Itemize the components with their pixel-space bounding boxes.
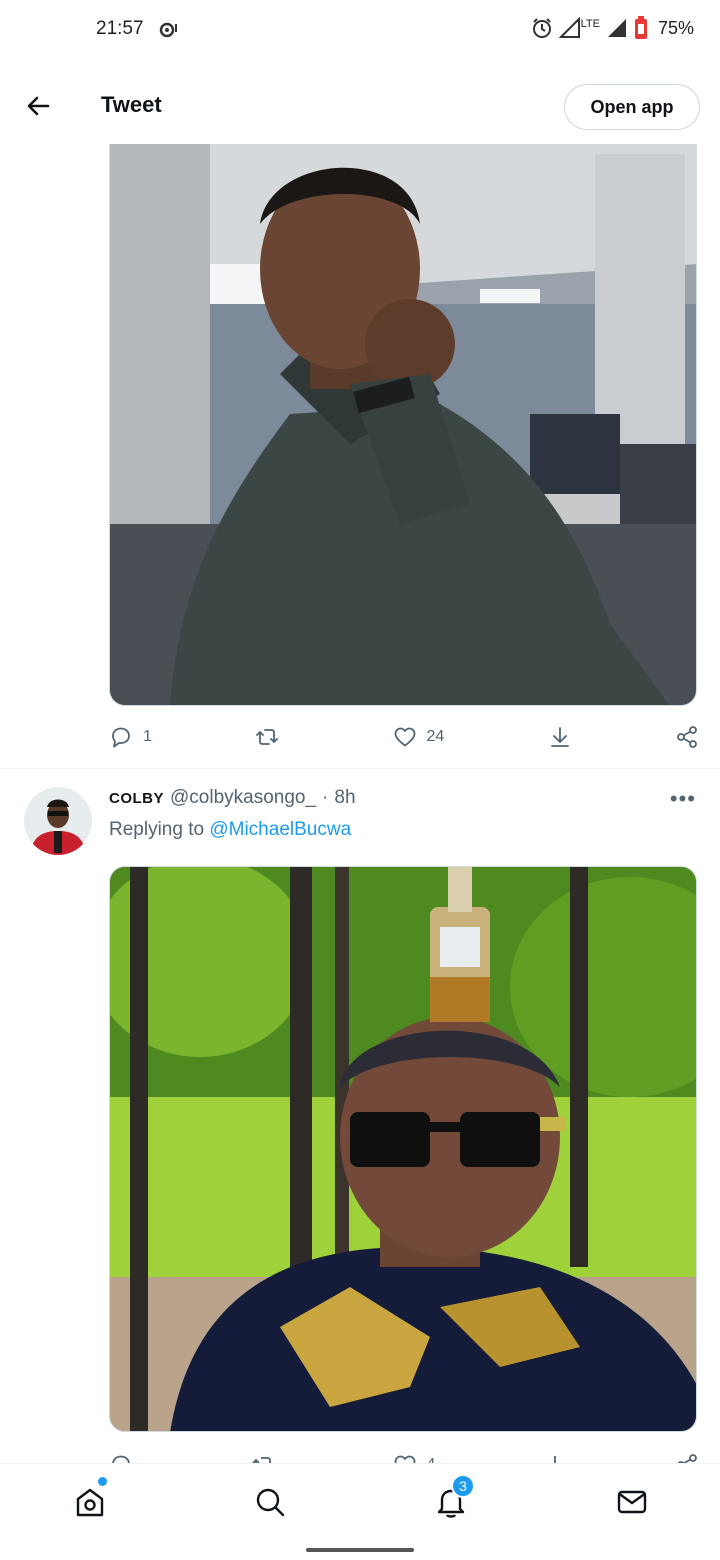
status-time: 21:57: [96, 18, 144, 39]
bottom-navigation: 3: [0, 1463, 720, 1538]
nav-search[interactable]: [250, 1482, 290, 1522]
reply-author-line: COLBY @colbykasongo_ · 8h: [109, 787, 356, 809]
retweet-action[interactable]: [255, 725, 289, 749]
page-title: Tweet: [101, 92, 162, 117]
alarm-icon: [532, 18, 551, 38]
separator: ·: [322, 787, 329, 808]
avatar[interactable]: [24, 787, 92, 855]
tweet-action-bar: 1 24: [109, 717, 699, 757]
network-label: LTE: [580, 18, 600, 30]
replying-to-mention[interactable]: @MichaelBucwa: [209, 819, 351, 840]
author-display-name[interactable]: COLBY: [109, 790, 164, 807]
tweet-time[interactable]: 8h: [334, 787, 355, 809]
notifications-badge: 3: [451, 1474, 475, 1498]
signal-icon: [558, 17, 580, 38]
reply-action[interactable]: 1: [109, 725, 152, 749]
home-unread-dot: [98, 1477, 107, 1486]
search-icon: [256, 1488, 285, 1517]
like-count: 24: [426, 728, 445, 745]
author-handle[interactable]: @colbykasongo_: [170, 787, 316, 809]
back-button[interactable]: [20, 88, 56, 124]
nav-home[interactable]: [70, 1477, 110, 1522]
divider: [0, 768, 720, 769]
notification-dot-icon: [159, 22, 177, 38]
status-icons: LTE 75%: [531, 16, 694, 40]
reply-count: 1: [143, 728, 152, 745]
nav-notifications[interactable]: 3: [431, 1474, 475, 1522]
retweet-icon: [256, 729, 279, 745]
download-action[interactable]: [548, 725, 572, 749]
signal-icon-2: [607, 19, 626, 37]
like-action[interactable]: 24: [393, 725, 445, 749]
mail-icon: [617, 1490, 647, 1514]
battery-icon: [634, 16, 647, 39]
arrow-left-icon: [27, 96, 50, 116]
home-icon: [76, 1488, 104, 1517]
open-app-button[interactable]: Open app: [564, 84, 700, 130]
share-icon: [677, 726, 697, 748]
top-header: Tweet Open app: [0, 68, 720, 144]
replying-prefix: Replying to: [109, 819, 205, 840]
heart-icon: [394, 727, 415, 747]
share-action[interactable]: [675, 725, 699, 749]
nav-messages[interactable]: [612, 1482, 652, 1522]
gesture-bar[interactable]: [306, 1548, 414, 1552]
tweet-media-image[interactable]: [109, 144, 697, 706]
replying-to-line: Replying to @MichaelBucwa: [109, 819, 351, 841]
reply-icon: [112, 727, 130, 748]
status-bar: 21:57 LTE 75%: [0, 0, 720, 62]
download-icon: [550, 727, 569, 747]
more-icon[interactable]: •••: [670, 786, 696, 812]
battery-percentage: 75%: [657, 17, 694, 38]
reply-media-image[interactable]: [109, 866, 697, 1432]
